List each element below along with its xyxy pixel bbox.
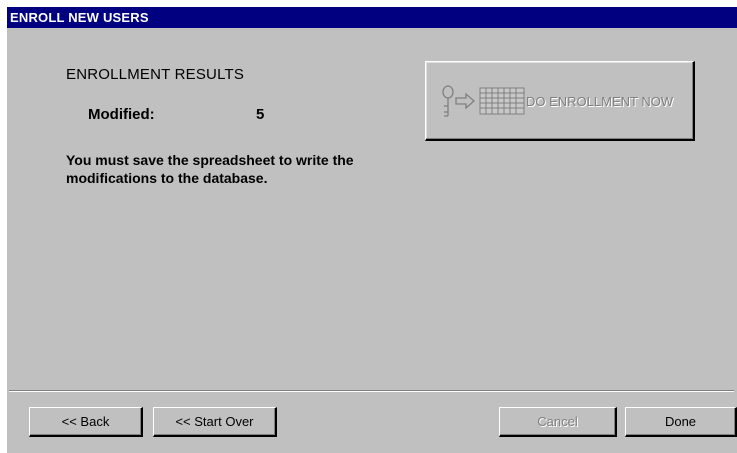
start-over-button[interactable]: << Start Over [153, 407, 277, 437]
save-reminder-message: You must save the spreadsheet to write t… [66, 152, 354, 186]
key-icon [442, 85, 454, 117]
back-button[interactable]: << Back [29, 407, 143, 437]
modified-label: Modified: [88, 106, 155, 123]
done-button[interactable]: Done [625, 407, 737, 437]
window-title: ENROLL NEW USERS [7, 7, 737, 28]
modified-count: 5 [256, 106, 265, 123]
enroll-new-users-window: ENROLL NEW USERS ENROLLMENT RESULTS Modi… [6, 6, 737, 453]
footer-divider [9, 390, 734, 392]
results-heading: ENROLLMENT RESULTS [66, 66, 245, 83]
enrollment-icon-group [442, 85, 525, 117]
do-enrollment-now-button[interactable]: DO ENROLLMENT NOW [425, 61, 695, 141]
do-enrollment-now-label: DO ENROLLMENT NOW [526, 94, 674, 109]
spreadsheet-icon [479, 87, 525, 115]
arrow-right-icon [455, 92, 475, 110]
cancel-button[interactable]: Cancel [499, 407, 617, 437]
